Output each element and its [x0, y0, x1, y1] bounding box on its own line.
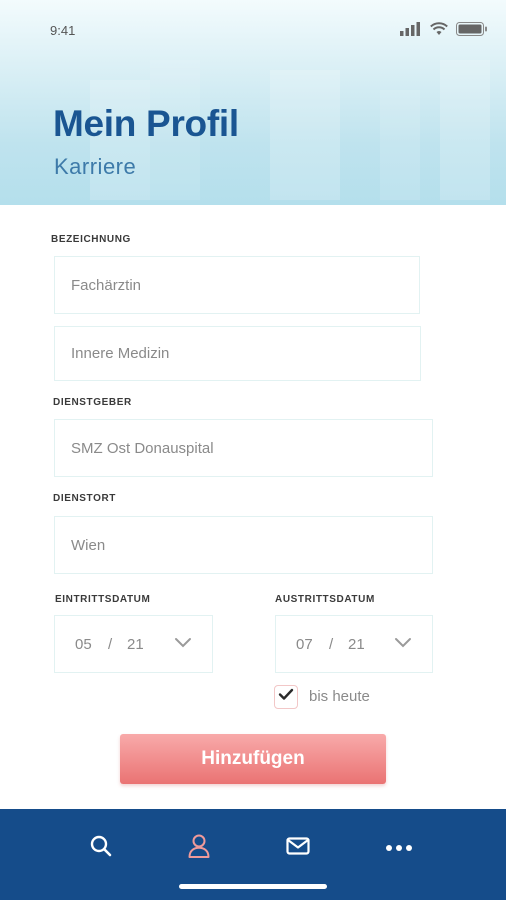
- eintritt-month: 05: [75, 635, 92, 653]
- bezeichnung-value: Fachärztin: [71, 276, 142, 294]
- austrittsdatum-label: AUSTRITTSDATUM: [275, 594, 375, 605]
- home-indicator: [179, 884, 327, 889]
- status-icons: [400, 22, 488, 41]
- bezeichnung-label: BEZEICHNUNG: [51, 234, 131, 245]
- profile-icon: [187, 833, 211, 864]
- search-icon: [89, 834, 113, 863]
- wifi-icon: [430, 22, 448, 41]
- add-button[interactable]: Hinzufügen: [120, 734, 386, 784]
- mail-icon: [286, 836, 310, 860]
- tab-messages[interactable]: [285, 835, 311, 861]
- dienstgeber-label: DIENSTGEBER: [53, 397, 132, 408]
- signal-icon: [400, 22, 422, 41]
- fachrichtung-value: Innere Medizin: [71, 345, 170, 362]
- battery-icon: [456, 22, 488, 41]
- dienstort-label: DIENSTORT: [53, 493, 116, 504]
- dienstgeber-input[interactable]: SMZ Ost Donauspital: [54, 419, 433, 477]
- more-icon: [385, 839, 413, 857]
- eintritt-year: 21: [127, 635, 144, 653]
- fachrichtung-input[interactable]: Innere Medizin: [54, 326, 421, 381]
- bezeichnung-input[interactable]: Fachärztin: [54, 256, 420, 314]
- austritt-year: 21: [348, 635, 365, 653]
- bis-heute-checkbox[interactable]: [274, 685, 298, 709]
- chevron-down-icon[interactable]: [394, 636, 412, 653]
- austrittsdatum-picker[interactable]: 07 / 21: [275, 615, 433, 673]
- chevron-down-icon[interactable]: [174, 636, 192, 653]
- dienstgeber-value: SMZ Ost Donauspital: [71, 439, 214, 457]
- bis-heute-label: bis heute: [309, 688, 370, 705]
- checkmark-icon: [278, 688, 294, 706]
- eintrittsdatum-label: EINTRITTSDATUM: [55, 594, 151, 605]
- status-bar: 9:41: [0, 0, 506, 62]
- eintrittsdatum-picker[interactable]: 05 / 21: [54, 615, 213, 673]
- austritt-month: 07: [296, 635, 313, 653]
- tab-profile[interactable]: [186, 833, 212, 864]
- status-time: 9:41: [50, 23, 76, 38]
- profile-header: 9:41 Mein Profil Karriere: [0, 0, 506, 205]
- dienstort-input[interactable]: Wien: [54, 516, 433, 574]
- dienstort-value: Wien: [71, 536, 106, 554]
- date-separator: /: [108, 635, 113, 653]
- date-separator: /: [329, 635, 334, 653]
- tab-search[interactable]: [88, 835, 114, 861]
- page-title: Mein Profil: [53, 103, 239, 144]
- tab-more[interactable]: [386, 835, 412, 861]
- page-subtitle: Karriere: [54, 154, 137, 179]
